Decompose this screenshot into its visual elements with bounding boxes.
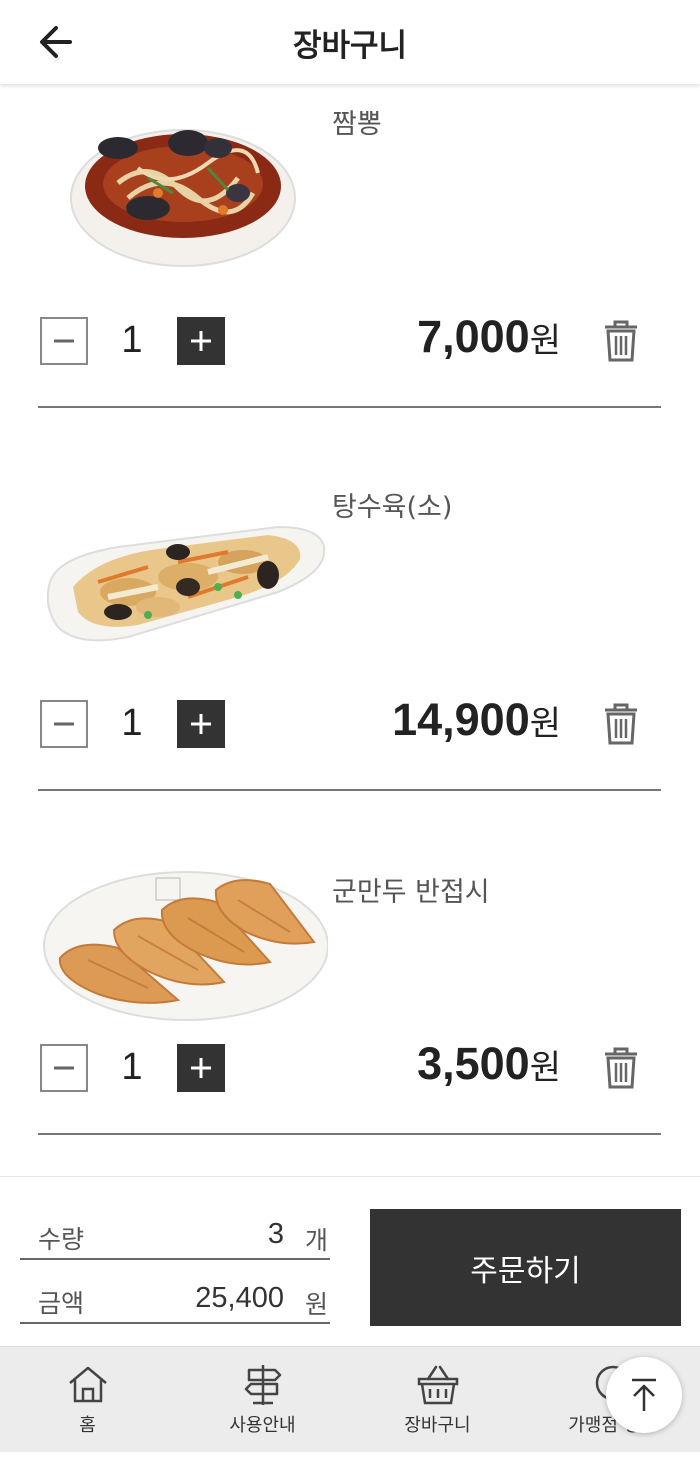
price-amount: 7,000 [417, 311, 530, 362]
trash-icon [605, 703, 637, 745]
item-price: 14,900원 [392, 694, 561, 746]
amount-label: 금액 [38, 1289, 85, 1318]
plus-icon [191, 331, 211, 351]
increase-quantity-button[interactable] [177, 700, 225, 748]
increase-quantity-button[interactable] [177, 1044, 225, 1092]
nav-item-cart[interactable]: 장바구니 [350, 1347, 525, 1453]
item-price: 3,500원 [417, 1038, 561, 1090]
price-amount: 3,500 [417, 1038, 530, 1089]
arrow-up-icon [632, 1378, 656, 1411]
order-summary: 수량 3 개 금액 25,400 원 주문하기 [0, 1176, 700, 1346]
quantity-total: 3 [267, 1218, 284, 1250]
nav-label: 장바구니 [404, 1415, 471, 1436]
cart-item: 탕수육(소) 1 14,900원 [38, 467, 661, 791]
quantity-value: 1 [121, 702, 143, 744]
sweet-sour-pork-image [46, 525, 326, 642]
item-name: 군만두 반접시 [332, 877, 490, 908]
nav-label: 홈 [79, 1415, 96, 1436]
cart-item: 짬뽕 1 7,000원 [38, 84, 661, 408]
delete-item-button[interactable] [601, 319, 641, 363]
signpost-icon [244, 1365, 281, 1405]
quantity-row: 1 3,500원 [38, 1038, 661, 1092]
item-divider [38, 789, 661, 791]
minus-icon [54, 339, 74, 343]
nav-item-home[interactable]: 홈 [0, 1347, 175, 1453]
decrease-quantity-button[interactable] [40, 700, 88, 748]
item-name: 짬뽕 [332, 109, 382, 140]
amount-unit: 원 [304, 1290, 328, 1319]
item-divider [38, 1133, 661, 1135]
cart-item: 군만두 반접시 1 3,500원 [38, 850, 661, 1173]
trash-icon [605, 320, 637, 362]
item-divider [38, 406, 661, 408]
decrease-quantity-button[interactable] [40, 1044, 88, 1092]
quantity-value: 1 [121, 319, 143, 361]
delete-item-button[interactable] [601, 702, 641, 746]
order-button[interactable]: 주문하기 [370, 1209, 681, 1326]
price-unit: 원 [529, 321, 561, 361]
nav-label: 사용안내 [229, 1415, 296, 1436]
price-amount: 14,900 [392, 694, 530, 745]
amount-summary: 금액 25,400 원 [20, 1274, 330, 1324]
price-unit: 원 [529, 704, 561, 744]
trash-icon [605, 1047, 637, 1089]
basket-icon [417, 1365, 458, 1405]
bottom-navigation: 홈 사용안내 장바구니 가맹점 정보 [0, 1346, 700, 1452]
home-icon [68, 1366, 107, 1403]
jjamppong-image [70, 129, 296, 267]
quantity-summary: 수량 3 개 [20, 1210, 330, 1260]
amount-total: 25,400 [195, 1282, 284, 1314]
price-unit: 원 [529, 1048, 561, 1088]
quantity-row: 1 7,000원 [38, 311, 661, 365]
minus-icon [54, 722, 74, 726]
item-name: 탕수육(소) [332, 492, 453, 523]
quantity-label: 수량 [38, 1225, 85, 1254]
scroll-to-top-button[interactable] [606, 1357, 682, 1433]
minus-icon [54, 1066, 74, 1070]
increase-quantity-button[interactable] [177, 317, 225, 365]
plus-icon [191, 714, 211, 734]
app-header: 장바구니 [0, 0, 700, 84]
decrease-quantity-button[interactable] [40, 317, 88, 365]
item-price: 7,000원 [417, 311, 561, 363]
quantity-unit: 개 [304, 1226, 328, 1255]
bottom-strip [0, 1452, 700, 1466]
page-title: 장바구니 [292, 28, 408, 64]
quantity-value: 1 [121, 1046, 143, 1088]
plus-icon [191, 1058, 211, 1078]
fried-dumplings-image [43, 871, 328, 1021]
nav-item-guide[interactable]: 사용안내 [175, 1347, 350, 1453]
quantity-row: 1 14,900원 [38, 694, 661, 748]
delete-item-button[interactable] [601, 1046, 641, 1090]
